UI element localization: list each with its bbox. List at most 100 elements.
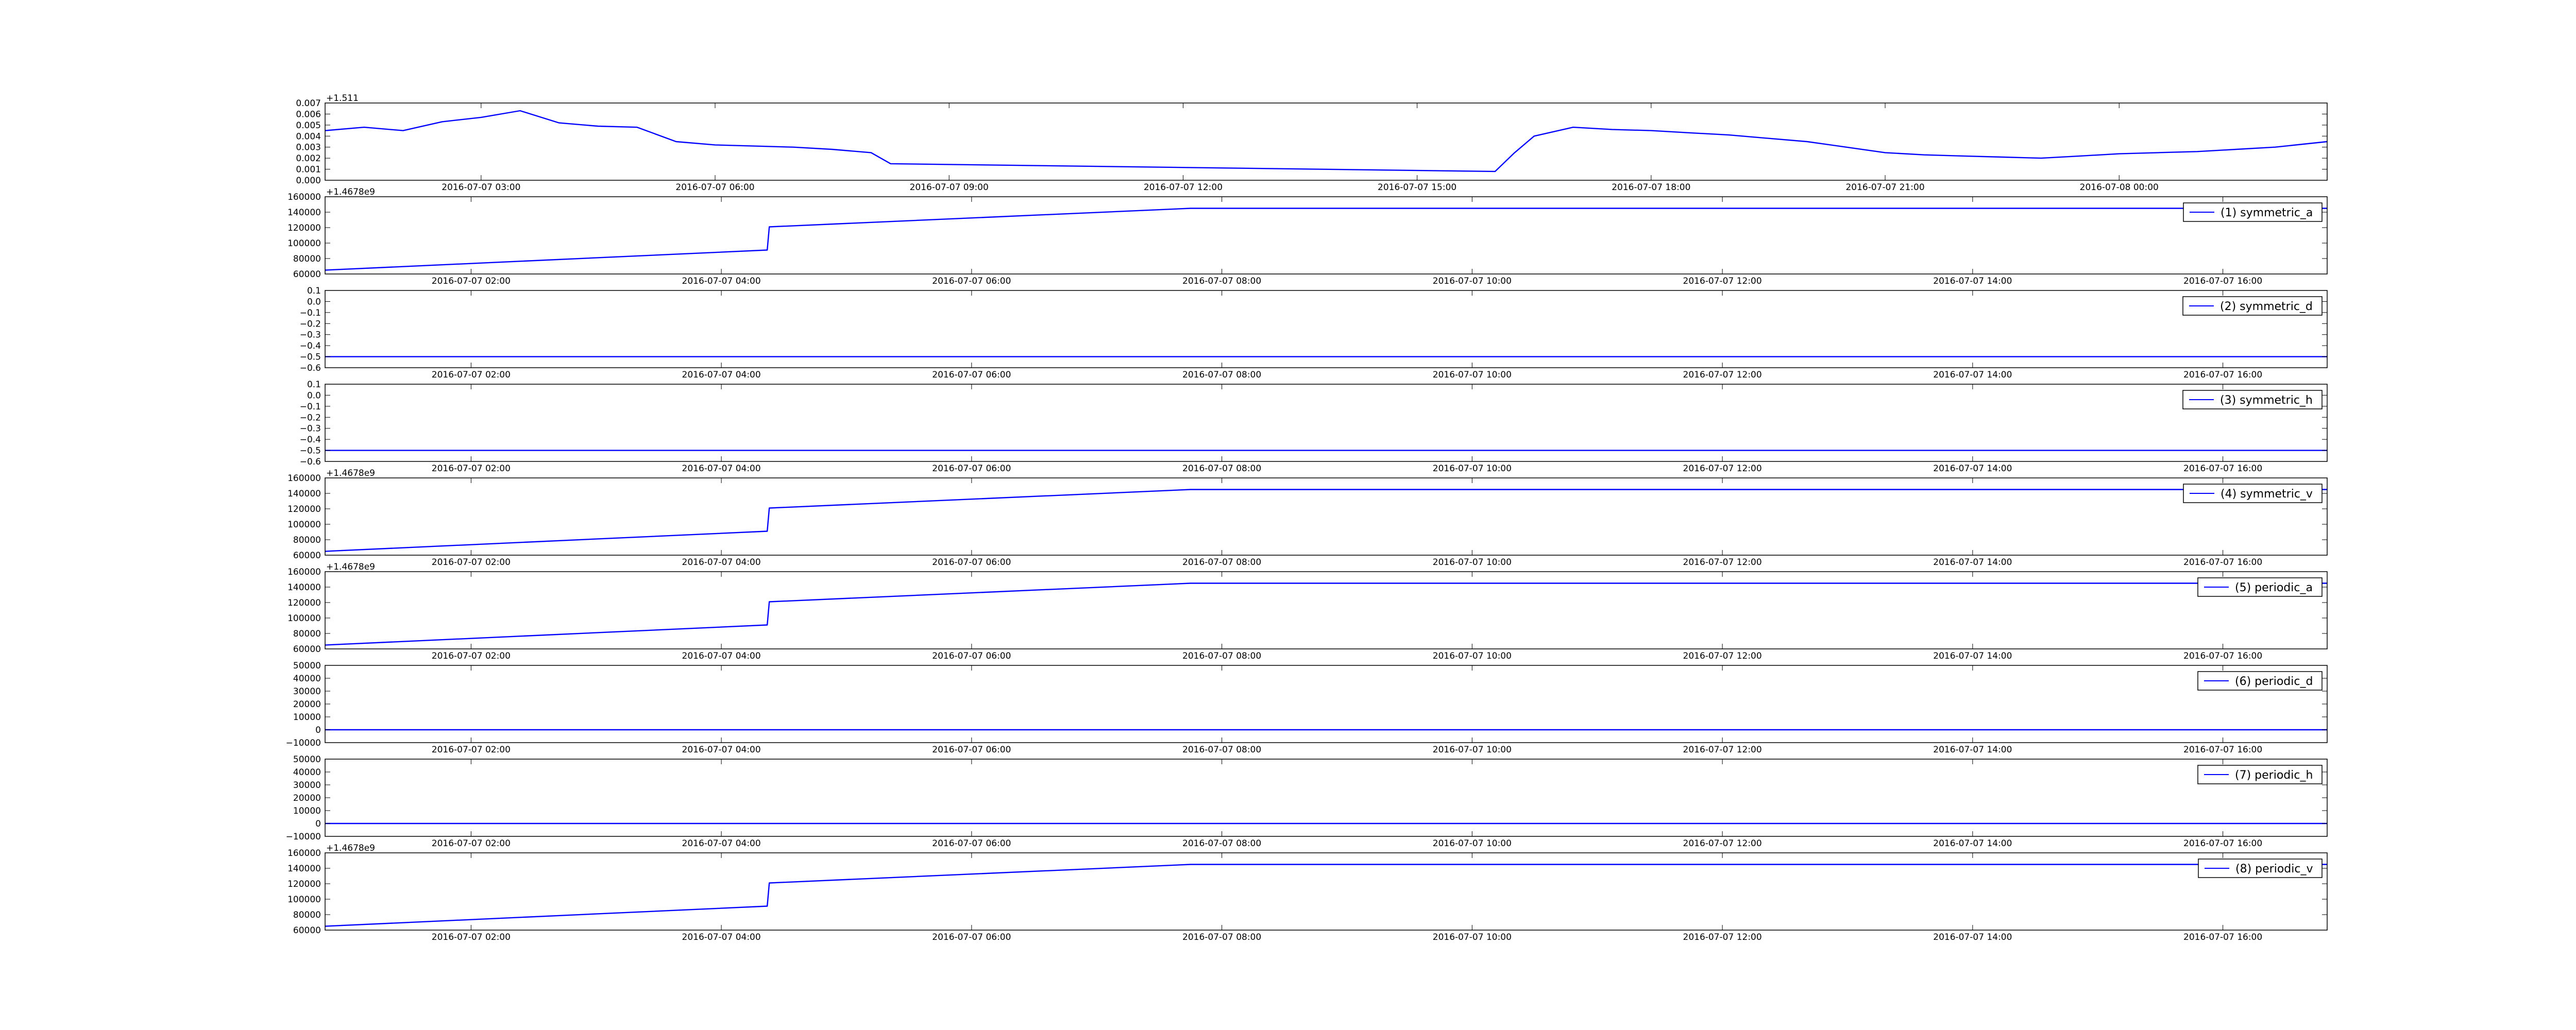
legend: (8) periodic_v [2198, 859, 2323, 878]
x-tick-label: 2016-07-07 10:00 [1433, 464, 1512, 474]
y-tick-label: −0.1 [300, 308, 321, 318]
legend-label: (2) symmetric_d [2220, 300, 2313, 313]
y-tick-label: 120000 [287, 879, 321, 889]
y-tick-label: 160000 [287, 473, 321, 484]
series-line [325, 208, 2327, 271]
y-tick-label: 140000 [287, 489, 321, 499]
x-tick-label: 2016-07-07 12:00 [1683, 557, 1762, 568]
series-line [325, 864, 2327, 927]
y-offset-label: +1.4678e9 [326, 843, 375, 853]
y-tick-label: 40000 [293, 767, 321, 778]
y-tick-label: 160000 [287, 848, 321, 859]
subplot-8: −10000 0 10000 20000 30000 40000 50000 2016-07-… [286, 754, 2328, 849]
x-tick-label: 2016-07-07 16:00 [2183, 932, 2262, 942]
y-tick-label: 0.001 [296, 165, 321, 175]
x-tick-label: 2016-07-07 04:00 [682, 370, 761, 380]
x-tick-label: 2016-07-07 12:00 [1683, 464, 1762, 474]
legend: (3) symmetric_h [2182, 390, 2323, 409]
x-tick-label: 2016-07-07 08:00 [1182, 932, 1261, 942]
x-tick-label: 2016-07-07 06:00 [932, 276, 1011, 286]
legend: (7) periodic_h [2197, 765, 2323, 784]
x-tick-label: 2016-07-07 08:00 [1182, 276, 1261, 286]
x-tick-label: 2016-07-07 04:00 [682, 464, 761, 474]
x-tick-label: 2016-07-07 21:00 [1845, 182, 1924, 193]
legend-label: (4) symmetric_v [2221, 488, 2313, 501]
y-tick-label: 0.007 [296, 98, 321, 109]
x-tick-label: 2016-07-07 14:00 [1933, 932, 2012, 942]
y-tick-label: 60000 [293, 551, 321, 561]
legend-label: (6) periodic_d [2235, 675, 2313, 688]
x-tick-label: 2016-07-07 12:00 [1683, 651, 1762, 661]
subplot-2: 60000 80000 100000 120000 140000 160000 2016-0… [287, 187, 2328, 286]
figure: 0.0000.0010.0020.0030.0040.0050.0060.007… [286, 93, 2328, 942]
y-tick-label: 160000 [287, 192, 321, 202]
x-tick-label: 2016-07-07 02:00 [432, 651, 511, 661]
legend-label: (1) symmetric_a [2221, 207, 2313, 219]
y-tick-label: −0.4 [300, 341, 321, 351]
subplot-5: 60000 80000 100000 120000 140000 160000 2016-0… [287, 468, 2328, 568]
y-tick-label: 0.0 [307, 297, 321, 307]
y-tick-label: −0.3 [300, 424, 321, 434]
x-tick-label: 2016-07-07 12:00 [1683, 276, 1762, 286]
x-tick-label: 2016-07-07 14:00 [1933, 838, 2012, 849]
y-tick-label: 80000 [293, 629, 321, 639]
x-tick-label: 2016-07-07 14:00 [1933, 464, 2012, 474]
x-tick-label: 2016-07-07 16:00 [2183, 838, 2262, 849]
y-tick-label: 120000 [287, 504, 321, 514]
series-line [325, 110, 2328, 173]
x-tick-label: 2016-07-07 08:00 [1182, 557, 1261, 568]
x-tick-label: 2016-07-07 14:00 [1933, 370, 2012, 380]
y-tick-label: 0.0 [307, 390, 321, 401]
x-tick-label: 2016-07-07 02:00 [432, 932, 511, 942]
x-tick-label: 2016-07-07 04:00 [682, 557, 761, 568]
y-tick-label: 60000 [293, 644, 321, 655]
x-tick-label: 2016-07-07 16:00 [2183, 651, 2262, 661]
x-tick-label: 2016-07-07 02:00 [432, 370, 511, 380]
axes-frame [325, 759, 2328, 837]
y-tick-label: −0.6 [300, 363, 321, 373]
y-tick-label: 10000 [293, 806, 321, 816]
y-tick-label: 10000 [293, 712, 321, 723]
y-tick-label: 30000 [293, 686, 321, 697]
x-tick-label: 2016-07-07 04:00 [682, 932, 761, 942]
legend-label: (8) periodic_v [2235, 863, 2313, 876]
x-tick-label: 2016-07-07 08:00 [1182, 651, 1261, 661]
subplot-1: 0.0000.0010.0020.0030.0040.005 0.0060.007… [296, 93, 2328, 193]
y-tick-label: 80000 [293, 910, 321, 920]
x-tick-label: 2016-07-07 02:00 [432, 838, 511, 849]
x-tick-label: 2016-07-07 10:00 [1433, 745, 1512, 755]
y-tick-label: −0.2 [300, 413, 321, 423]
y-offset-label: +1.4678e9 [326, 468, 375, 478]
x-tick-label: 2016-07-07 10:00 [1433, 370, 1512, 380]
y-tick-label: 0.1 [307, 380, 321, 390]
x-tick-label: 2016-07-07 15:00 [1378, 182, 1456, 193]
x-tick-label: 2016-07-07 06:00 [932, 745, 1011, 755]
y-tick-label: 0.004 [296, 131, 321, 142]
x-tick-label: 2016-07-07 06:00 [675, 182, 754, 193]
x-tick-label: 2016-07-07 10:00 [1433, 838, 1512, 849]
y-tick-label: 120000 [287, 223, 321, 233]
y-tick-label: −0.3 [300, 330, 321, 340]
y-tick-label: 0.1 [307, 286, 321, 296]
x-tick-label: 2016-07-07 06:00 [932, 464, 1011, 474]
x-tick-label: 2016-07-07 04:00 [682, 838, 761, 849]
x-tick-label: 2016-07-07 08:00 [1182, 745, 1261, 755]
x-tick-label: 2016-07-07 16:00 [2183, 276, 2262, 286]
y-tick-label: −10000 [286, 832, 321, 842]
x-tick-label: 2016-07-07 04:00 [682, 745, 761, 755]
y-tick-label: 140000 [287, 582, 321, 593]
x-tick-label: 2016-07-07 16:00 [2183, 557, 2262, 568]
y-tick-label: 160000 [287, 567, 321, 577]
y-tick-label: 50000 [293, 661, 321, 671]
y-tick-label: 60000 [293, 269, 321, 280]
legend-label: (3) symmetric_h [2220, 394, 2313, 407]
y-tick-label: 20000 [293, 793, 321, 803]
axes-frame [325, 102, 2328, 181]
legend-label: (7) periodic_h [2235, 769, 2313, 782]
x-tick-label: 2016-07-07 06:00 [932, 838, 1011, 849]
x-tick-label: 2016-07-07 02:00 [432, 557, 511, 568]
y-offset-label: +1.4678e9 [326, 562, 375, 572]
x-tick-label: 2016-07-07 16:00 [2183, 464, 2262, 474]
y-tick-label: −0.5 [300, 352, 321, 363]
legend: (1) symmetric_a [2183, 202, 2323, 222]
